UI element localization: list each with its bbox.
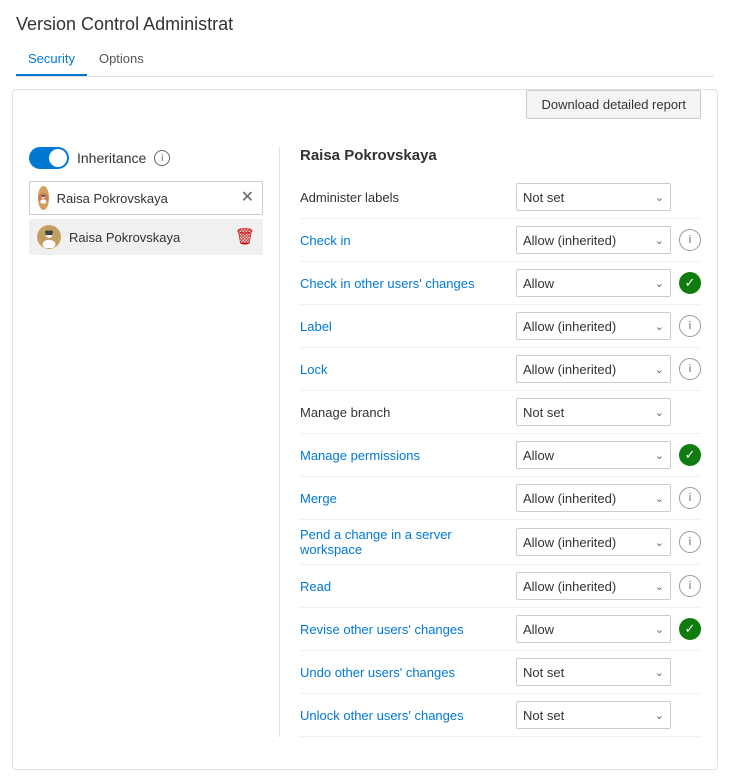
clear-search-icon[interactable]: ✕ xyxy=(241,190,254,206)
content-wrapper: Download detailed report Inheritance i xyxy=(12,89,718,770)
info-icon[interactable]: i xyxy=(679,229,701,251)
dropdown-value: Not set xyxy=(523,405,651,420)
permission-row: Revise other users' changes Allow ⌄ ✓ xyxy=(300,608,701,651)
inheritance-info-icon[interactable]: i xyxy=(154,150,170,166)
left-panel: Inheritance i ✕ xyxy=(29,147,279,737)
permission-dropdown[interactable]: Allow ⌄ xyxy=(516,441,671,469)
permission-dropdown[interactable]: Allow (inherited) ⌄ xyxy=(516,528,671,556)
inheritance-row: Inheritance i xyxy=(29,147,263,169)
permission-dropdown[interactable]: Not set ⌄ xyxy=(516,183,671,211)
check-badge: ✓ xyxy=(679,618,701,640)
download-report-button[interactable]: Download detailed report xyxy=(526,90,701,119)
download-bar: Download detailed report xyxy=(13,90,717,131)
permission-label: Lock xyxy=(300,362,508,377)
delete-user-icon[interactable]: 🗑 xyxy=(235,227,255,247)
permission-label: Administer labels xyxy=(300,190,508,205)
permission-dropdown[interactable]: Allow (inherited) ⌄ xyxy=(516,226,671,254)
permission-label: Manage branch xyxy=(300,405,508,420)
permission-row: Merge Allow (inherited) ⌄ i xyxy=(300,477,701,520)
chevron-down-icon: ⌄ xyxy=(655,277,664,290)
chevron-down-icon: ⌄ xyxy=(655,363,664,376)
user-search-input[interactable] xyxy=(57,191,233,206)
list-item-avatar xyxy=(37,225,61,249)
inheritance-label: Inheritance xyxy=(77,150,146,166)
info-icon[interactable]: i xyxy=(679,358,701,380)
user-list-item[interactable]: Raisa Pokrovskaya 🗑 xyxy=(29,219,263,255)
page-title: Version Control Administrat xyxy=(16,14,714,35)
permission-label: Check in xyxy=(300,233,508,248)
permission-dropdown[interactable]: Allow (inherited) ⌄ xyxy=(516,572,671,600)
permission-dropdown[interactable]: Allow (inherited) ⌄ xyxy=(516,484,671,512)
chevron-down-icon: ⌄ xyxy=(655,449,664,462)
permission-row: Read Allow (inherited) ⌄ i xyxy=(300,565,701,608)
chevron-down-icon: ⌄ xyxy=(655,191,664,204)
permission-dropdown[interactable]: Allow (inherited) ⌄ xyxy=(516,312,671,340)
permission-dropdown[interactable]: Not set ⌄ xyxy=(516,658,671,686)
user-search-box[interactable]: ✕ xyxy=(29,181,263,215)
permission-label: Label xyxy=(300,319,508,334)
permission-row: Check in Allow (inherited) ⌄ i xyxy=(300,219,701,262)
permission-row: Pend a change in a server workspace Allow… xyxy=(300,520,701,565)
user-section-title: Raisa Pokrovskaya xyxy=(300,147,701,164)
permission-dropdown[interactable]: Not set ⌄ xyxy=(516,398,671,426)
tab-security[interactable]: Security xyxy=(16,43,87,76)
permission-dropdown[interactable]: Allow ⌄ xyxy=(516,269,671,297)
check-badge: ✓ xyxy=(679,444,701,466)
permission-row: Manage permissions Allow ⌄ ✓ xyxy=(300,434,701,477)
info-icon[interactable]: i xyxy=(679,531,701,553)
dropdown-value: Allow xyxy=(523,622,651,637)
dropdown-value: Allow xyxy=(523,276,651,291)
tabs-bar: Security Options xyxy=(16,43,714,77)
dropdown-value: Allow (inherited) xyxy=(523,535,651,550)
dropdown-value: Allow (inherited) xyxy=(523,319,651,334)
permission-label: Manage permissions xyxy=(300,448,508,463)
chevron-down-icon: ⌄ xyxy=(655,406,664,419)
permission-label: Unlock other users' changes xyxy=(300,708,508,723)
permission-row: Manage branch Not set ⌄ xyxy=(300,391,701,434)
permission-row: Check in other users' changes Allow ⌄ ✓ xyxy=(300,262,701,305)
inheritance-toggle[interactable] xyxy=(29,147,69,169)
permission-row: Label Allow (inherited) ⌄ i xyxy=(300,305,701,348)
dropdown-value: Allow xyxy=(523,448,651,463)
permission-label: Read xyxy=(300,579,508,594)
permission-label: Pend a change in a server workspace xyxy=(300,527,508,557)
permission-row: Undo other users' changes Not set ⌄ xyxy=(300,651,701,694)
permission-label: Check in other users' changes xyxy=(300,276,508,291)
chevron-down-icon: ⌄ xyxy=(655,623,664,636)
list-item-name: Raisa Pokrovskaya xyxy=(69,230,227,245)
check-badge: ✓ xyxy=(679,272,701,294)
chevron-down-icon: ⌄ xyxy=(655,234,664,247)
info-icon[interactable]: i xyxy=(679,487,701,509)
permission-row: Administer labels Not set ⌄ xyxy=(300,176,701,219)
dropdown-value: Not set xyxy=(523,708,651,723)
chevron-down-icon: ⌄ xyxy=(655,536,664,549)
dropdown-value: Allow (inherited) xyxy=(523,362,651,377)
chevron-down-icon: ⌄ xyxy=(655,320,664,333)
chevron-down-icon: ⌄ xyxy=(655,709,664,722)
right-panel: Raisa Pokrovskaya Administer labels Not s… xyxy=(279,147,701,737)
dropdown-value: Allow (inherited) xyxy=(523,233,651,248)
permission-row: Unlock other users' changes Not set ⌄ xyxy=(300,694,701,737)
permission-label: Undo other users' changes xyxy=(300,665,508,680)
info-icon[interactable]: i xyxy=(679,315,701,337)
permission-row: Lock Allow (inherited) ⌄ i xyxy=(300,348,701,391)
tab-options[interactable]: Options xyxy=(87,43,156,76)
permission-dropdown[interactable]: Not set ⌄ xyxy=(516,701,671,729)
permissions-list: Administer labels Not set ⌄ Check in Allow (… xyxy=(300,176,701,737)
dropdown-value: Not set xyxy=(523,190,651,205)
info-icon[interactable]: i xyxy=(679,575,701,597)
main-content: Inheritance i ✕ xyxy=(13,131,717,753)
chevron-down-icon: ⌄ xyxy=(655,492,664,505)
page-header: Version Control Administrat Security Opt… xyxy=(0,0,730,77)
permission-dropdown[interactable]: Allow ⌄ xyxy=(516,615,671,643)
dropdown-value: Allow (inherited) xyxy=(523,579,651,594)
chevron-down-icon: ⌄ xyxy=(655,580,664,593)
permission-label: Merge xyxy=(300,491,508,506)
permission-dropdown[interactable]: Allow (inherited) ⌄ xyxy=(516,355,671,383)
permission-label: Revise other users' changes xyxy=(300,622,508,637)
dropdown-value: Not set xyxy=(523,665,651,680)
chevron-down-icon: ⌄ xyxy=(655,666,664,679)
search-avatar xyxy=(38,186,49,210)
dropdown-value: Allow (inherited) xyxy=(523,491,651,506)
